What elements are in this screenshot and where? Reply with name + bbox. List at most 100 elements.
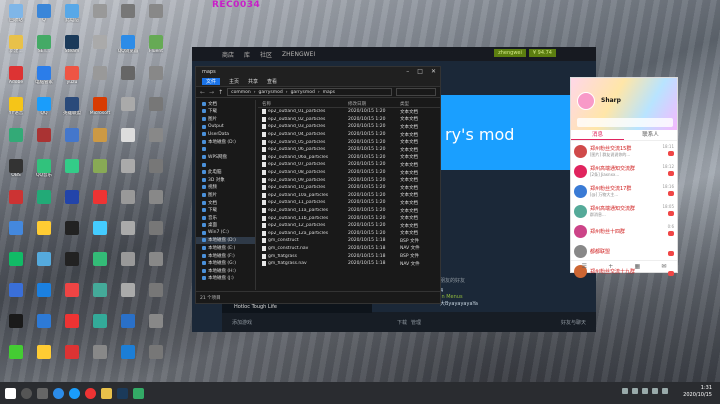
desktop-icon[interactable]	[58, 281, 86, 312]
file-row[interactable]: gm_flatgrass.nav 2020/10/15 1:18 NAV 文件	[258, 260, 441, 268]
desktop-icon[interactable]	[114, 250, 142, 281]
nav-item[interactable]: Win7 (C:)	[196, 229, 255, 237]
chat-item[interactable]: 郑州粉丝十四群 0:6	[571, 221, 677, 241]
column-type[interactable]: 类型	[400, 101, 440, 107]
desktop-icon[interactable]	[86, 126, 114, 157]
desktop-icon[interactable]: yuzu	[58, 64, 86, 95]
file-row[interactable]: gm_flatgrass 2020/10/15 1:18 BSP 文件	[258, 252, 441, 260]
desktop-icon[interactable]	[86, 312, 114, 343]
desktop-icon[interactable]	[30, 126, 58, 157]
desktop-icon[interactable]: QQ浏览器	[114, 33, 142, 64]
qq-window[interactable]: Sharp 消息 联系人 郑州粉丝交流15群 [图片] 群友说说你的... 18:1…	[570, 77, 678, 278]
steam-menu-library[interactable]: 库	[244, 50, 250, 59]
breadcrumb-segment[interactable]: common	[231, 90, 251, 95]
clock[interactable]: 1:31 2020/10/15	[683, 385, 712, 399]
desktop-icon[interactable]	[58, 343, 86, 374]
maximize-button[interactable]: □	[417, 68, 423, 75]
desktop-icon[interactable]	[142, 64, 170, 95]
nav-item[interactable]: 视频	[196, 184, 255, 192]
steam-menu-profile[interactable]: ZHENGWEI	[282, 51, 315, 58]
desktop-icon[interactable]	[142, 157, 170, 188]
desktop-icon[interactable]	[30, 188, 58, 219]
desktop-icon[interactable]	[86, 2, 114, 33]
desktop-icon[interactable]	[114, 95, 142, 126]
ribbon-tab-home[interactable]: 主页	[229, 78, 239, 85]
nav-item[interactable]: Output	[196, 123, 255, 131]
desktop-icon[interactable]	[30, 219, 58, 250]
file-row[interactable]: ep2_outland_05_particles 2020/10/15 1:20 文…	[258, 138, 441, 146]
desktop-icon[interactable]	[142, 2, 170, 33]
desktop-icon[interactable]	[2, 312, 30, 343]
desktop-icon[interactable]: Adobe	[2, 64, 30, 95]
desktop-icon[interactable]	[114, 188, 142, 219]
chat-item[interactable]: 郑州高端通知交流群 群消息... 18:05	[571, 201, 677, 221]
desktop-icon[interactable]	[114, 219, 142, 250]
task-view-icon[interactable]	[37, 387, 48, 399]
file-row[interactable]: ep2_outland_08_particles 2020/10/15 1:20 文…	[258, 169, 441, 177]
desktop-icon[interactable]: QQ音乐	[30, 157, 58, 188]
desktop-icon[interactable]	[58, 312, 86, 343]
file-row[interactable]: ep2_outland_02_particles 2020/10/15 1:20 文…	[258, 116, 441, 124]
desktop-icon[interactable]	[86, 281, 114, 312]
desktop-icon[interactable]	[86, 250, 114, 281]
desktop-icon[interactable]: Microsoft	[86, 95, 114, 126]
desktop-icon[interactable]: YY语音	[2, 95, 30, 126]
qq-search-input[interactable]	[577, 118, 673, 127]
desktop-icon[interactable]: Fluent	[142, 33, 170, 64]
tray-icon[interactable]	[632, 388, 638, 394]
desktop-icon[interactable]	[2, 219, 30, 250]
file-row[interactable]: ep2_outland_10_particles 2020/10/15 1:20 文…	[258, 184, 441, 192]
desktop-icon[interactable]: 电脑管家	[30, 64, 58, 95]
ribbon-tab-share[interactable]: 共享	[248, 78, 258, 85]
file-row[interactable]: ep2_outland_03_particles 2020/10/15 1:20 文…	[258, 123, 441, 131]
browser-icon[interactable]	[53, 387, 64, 399]
chat-item[interactable]: 郑州粉丝交流17群 [@] 万物大主... 18:16	[571, 181, 677, 201]
nav-item[interactable]: 下载	[196, 108, 255, 116]
downloads-button[interactable]: 下载	[397, 319, 407, 326]
search-icon[interactable]	[21, 387, 32, 399]
ribbon-tab-view[interactable]: 查看	[267, 78, 277, 85]
add-game-button[interactable]: 添加游戏	[232, 319, 252, 326]
breadcrumb-segment[interactable]: garrysmod	[259, 90, 283, 95]
breadcrumb-segment[interactable]: garrysmod	[291, 90, 315, 95]
downloads-manage[interactable]: 管理	[411, 319, 421, 326]
desktop-icon[interactable]	[58, 219, 86, 250]
nav-item[interactable]: 下载	[196, 206, 255, 214]
desktop-icon[interactable]	[86, 33, 114, 64]
nav-item[interactable]: UserData	[196, 130, 255, 138]
nav-item[interactable]: 本地磁盘 (G:)	[196, 259, 255, 267]
friend-item[interactable]: 大ByayayayaYa	[440, 300, 580, 307]
file-row[interactable]: ep2_outland_09_particles 2020/10/15 1:20 文…	[258, 176, 441, 184]
nav-item[interactable]: 本地磁盘 (J:)	[196, 275, 255, 283]
desktop-icon[interactable]	[114, 64, 142, 95]
desktop-icon[interactable]	[142, 188, 170, 219]
desktop-icon[interactable]: 新建...	[2, 33, 30, 64]
avatar[interactable]	[577, 92, 595, 110]
desktop-icon[interactable]	[142, 95, 170, 126]
file-row[interactable]: ep2_outland_01_particles 2020/10/15 1:20 文…	[258, 108, 441, 116]
chat-item[interactable]: 郑州高端通知交流群 [2条] Jiaxnxx... 18:12	[571, 161, 677, 181]
desktop-icon[interactable]	[58, 126, 86, 157]
nav-item[interactable]: 图片	[196, 115, 255, 123]
steam-user[interactable]: zhengwei ¥ 94.74	[494, 49, 556, 57]
steam-menu-community[interactable]: 社区	[260, 50, 272, 59]
volume-icon[interactable]	[652, 388, 658, 394]
address-bar[interactable]: common › garrysmod › garrysmod › maps	[227, 88, 392, 96]
desktop-icon[interactable]: 英雄联盟	[58, 95, 86, 126]
desktop-icon[interactable]: Q	[30, 2, 58, 33]
desktop-icon[interactable]	[86, 219, 114, 250]
close-button[interactable]: ✕	[431, 68, 436, 75]
nav-item[interactable]: 本地磁盘 (F:)	[196, 252, 255, 260]
desktop-icon[interactable]	[114, 157, 142, 188]
nav-item[interactable]: 桌面	[196, 222, 255, 230]
minimize-button[interactable]: –	[406, 68, 409, 75]
tab-contacts[interactable]: 联系人	[624, 130, 677, 140]
desktop-icon[interactable]: 回收站	[2, 2, 30, 33]
steam-menu-store[interactable]: 商店	[222, 50, 234, 59]
add-icon[interactable]: +	[608, 263, 613, 270]
qq-icon[interactable]	[69, 387, 80, 399]
file-row[interactable]: ep2_outland_06_particles 2020/10/15 1:20 文…	[258, 146, 441, 154]
desktop-icon[interactable]	[2, 343, 30, 374]
breadcrumb-segment[interactable]: maps	[323, 90, 335, 95]
desktop-icon[interactable]	[114, 312, 142, 343]
